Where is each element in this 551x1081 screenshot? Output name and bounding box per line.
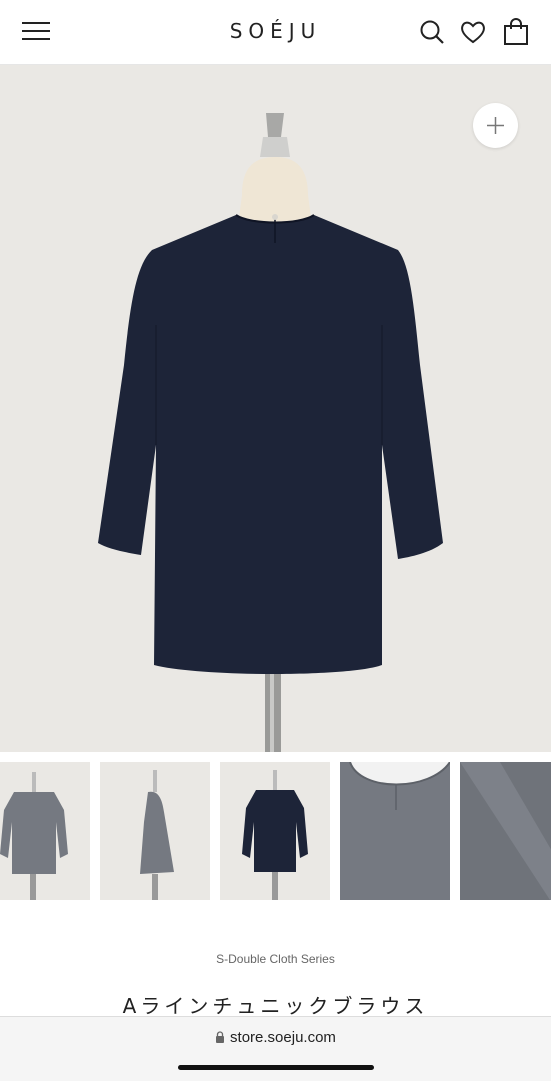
browser-address-bar: store.soeju.com (0, 1016, 551, 1081)
product-title: Aラインチュニックブラウス (122, 994, 429, 1018)
zoom-button[interactable] (473, 103, 518, 148)
thumbnail-collar-detail[interactable] (340, 762, 450, 900)
thumbnail-front-gray[interactable] (0, 762, 90, 900)
thumbnail-strip (0, 762, 551, 900)
blouse-back-photo (98, 113, 443, 752)
url-display[interactable]: store.soeju.com (0, 1029, 551, 1046)
heart-icon[interactable] (459, 18, 487, 46)
lock-icon (216, 1031, 225, 1043)
site-header: SOÉJU (0, 0, 551, 65)
plus-icon (487, 117, 504, 134)
thumbnail-side-gray[interactable] (100, 762, 210, 900)
product-main-image[interactable] (0, 65, 551, 752)
product-series: S-Double Cloth Series (216, 952, 335, 966)
url-text: store.soeju.com (230, 1029, 336, 1046)
shopping-bag-icon[interactable] (502, 18, 530, 46)
search-icon[interactable] (418, 18, 446, 46)
thumbnail-back-navy[interactable] (220, 762, 330, 900)
home-indicator[interactable] (178, 1065, 374, 1070)
thumbnail-fabric-detail[interactable] (460, 762, 551, 900)
